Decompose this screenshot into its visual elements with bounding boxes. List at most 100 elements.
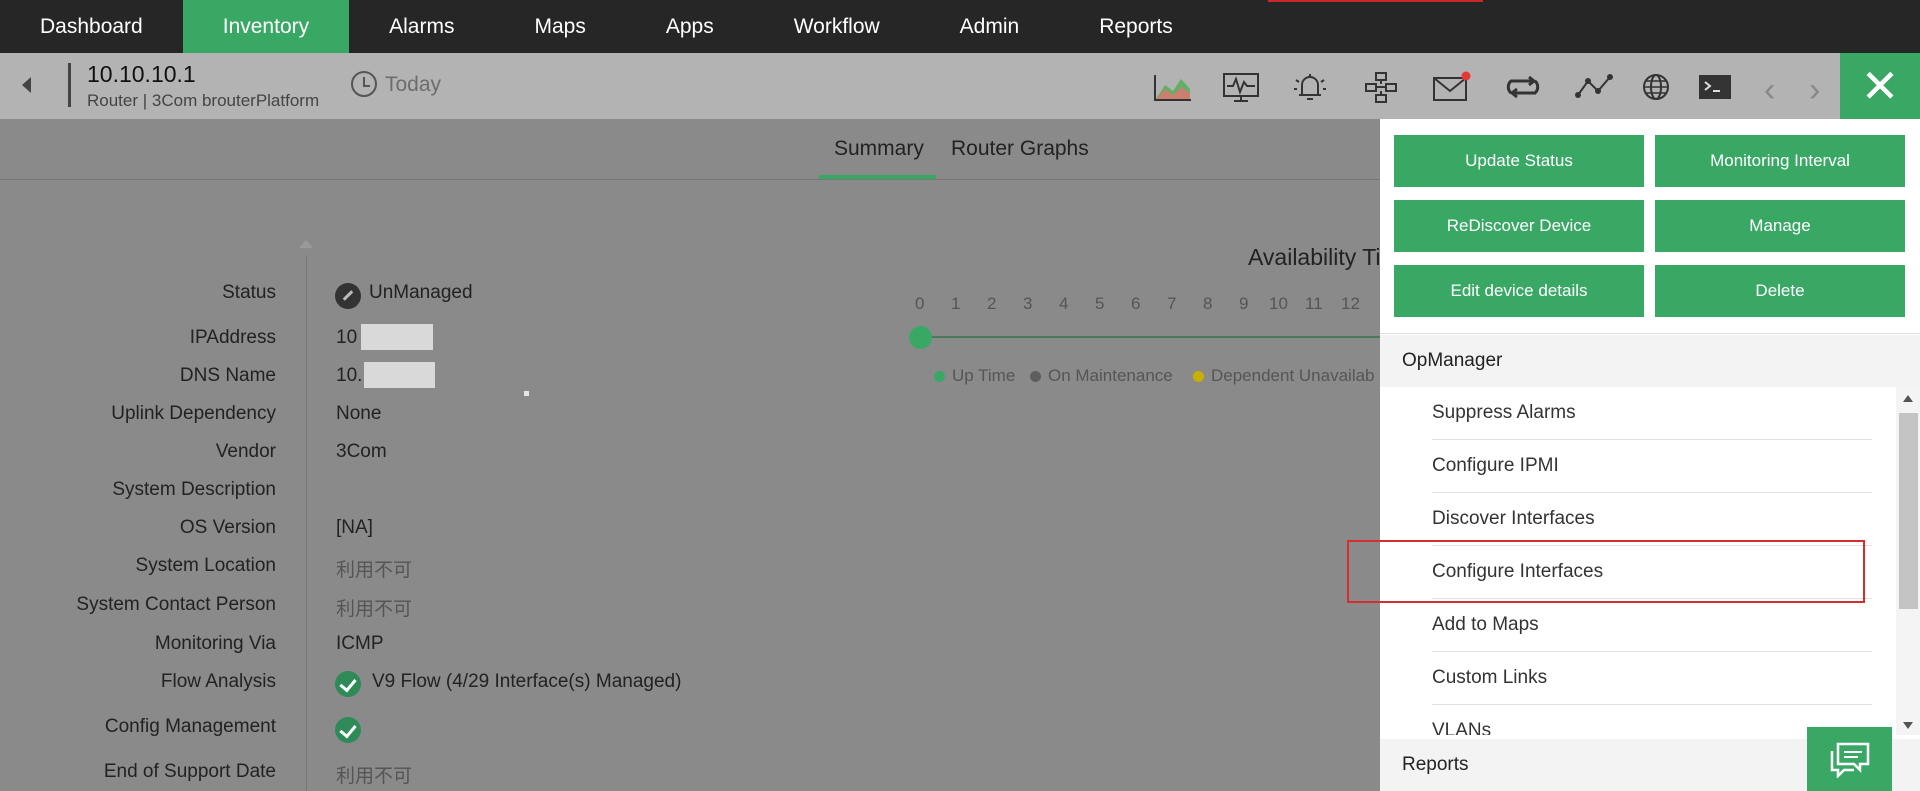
- hour-tick: 4: [1059, 294, 1069, 313]
- menu-item-custom-links[interactable]: Custom Links: [1432, 652, 1872, 705]
- flow-analysis-check-icon: [335, 671, 361, 697]
- legend-up-time: Up Time: [934, 366, 1015, 386]
- edit-device-details-button[interactable]: Edit device details: [1394, 265, 1644, 317]
- availability-title: Availability Ti: [1248, 244, 1381, 270]
- detail-value-system-location: 利用不可: [336, 560, 413, 581]
- device-actions-panel: Update Status Monitoring Interval ReDisc…: [1380, 119, 1920, 791]
- detail-label: DNS Name: [179, 365, 276, 386]
- legend-dependent-unavailable: Dependent Unavailab: [1193, 366, 1375, 386]
- detail-label: End of Support Date: [103, 761, 276, 782]
- legend-dot-icon: [1030, 370, 1041, 382]
- previous-device-icon[interactable]: ‹: [1764, 73, 1775, 107]
- detail-label: Config Management: [104, 716, 276, 737]
- detail-label: System Location: [135, 555, 276, 576]
- hour-tick: 6: [1131, 294, 1141, 313]
- nav-dashboard[interactable]: Dashboard: [0, 0, 183, 53]
- hour-tick: 9: [1239, 294, 1249, 313]
- opmanager-section-header[interactable]: OpManager: [1380, 335, 1920, 387]
- device-tabs: Summary Router Graphs: [0, 119, 1380, 180]
- hour-tick: 12: [1341, 294, 1360, 313]
- topology-icon[interactable]: [1574, 71, 1614, 103]
- nav-workflow[interactable]: Workflow: [754, 0, 920, 53]
- close-button[interactable]: ✕: [1840, 53, 1920, 119]
- rediscover-device-button[interactable]: ReDiscover Device: [1394, 200, 1644, 252]
- hour-tick: 0: [915, 294, 925, 313]
- detail-value-ipaddress: 10: [336, 327, 358, 348]
- hour-tick: 3: [1023, 294, 1033, 313]
- collapse-arrow-icon[interactable]: [22, 77, 31, 93]
- sync-icon[interactable]: [1503, 71, 1543, 103]
- detail-label: Monitoring Via: [154, 633, 276, 654]
- top-navigation: Dashboard Inventory Alarms Maps Apps Wor…: [0, 0, 1920, 53]
- hour-tick: 10: [1269, 294, 1288, 313]
- tab-summary[interactable]: Summary: [834, 137, 924, 161]
- detail-value-dns-name: 10.: [336, 365, 363, 386]
- monitor-icon[interactable]: [1221, 71, 1261, 103]
- terminal-icon[interactable]: [1695, 71, 1735, 103]
- configure-interfaces-highlight: [1347, 540, 1865, 603]
- header-divider: [68, 63, 71, 107]
- scroll-up-icon[interactable]: [1903, 395, 1913, 402]
- legend-on-maintenance: On Maintenance: [1030, 366, 1173, 386]
- detail-value-monitoring-via: ICMP: [336, 633, 384, 654]
- next-device-icon[interactable]: ›: [1809, 73, 1820, 107]
- edit-status-icon[interactable]: [335, 283, 361, 309]
- detail-label: IPAddress: [189, 327, 276, 348]
- menu-item-discover-interfaces[interactable]: Discover Interfaces: [1432, 493, 1872, 546]
- hour-tick: 1: [951, 294, 961, 313]
- menu-item-vlans[interactable]: VLANs: [1432, 705, 1872, 735]
- alarm-bell-icon[interactable]: [1290, 71, 1330, 103]
- redacted-block: [361, 324, 433, 350]
- detail-label: Uplink Dependency: [111, 403, 276, 424]
- device-header: 10.10.10.1 Router | 3Com brouterPlatform…: [0, 53, 1920, 119]
- legend-label: Up Time: [952, 366, 1016, 385]
- period-selector[interactable]: Today: [385, 73, 441, 97]
- detail-label: Status: [222, 282, 276, 303]
- chat-icon: [1830, 742, 1869, 778]
- menu-item-suppress-alarms[interactable]: Suppress Alarms: [1432, 387, 1872, 440]
- monitoring-interval-button[interactable]: Monitoring Interval: [1655, 135, 1905, 187]
- redacted-block: [364, 362, 435, 388]
- detail-label: Flow Analysis: [160, 671, 276, 692]
- nav-reports[interactable]: Reports: [1059, 0, 1213, 53]
- hour-tick: 7: [1167, 294, 1177, 313]
- nav-admin[interactable]: Admin: [920, 0, 1060, 53]
- hour-tick: 2: [987, 294, 997, 313]
- hour-tick: 8: [1203, 294, 1213, 313]
- nav-alarms[interactable]: Alarms: [349, 0, 494, 53]
- nav-maps[interactable]: Maps: [494, 0, 625, 53]
- detail-label: System Contact Person: [76, 594, 276, 615]
- menu-item-add-to-maps[interactable]: Add to Maps: [1432, 599, 1872, 652]
- workflow-icon[interactable]: [1362, 71, 1402, 103]
- scroll-up-caret: [299, 240, 313, 248]
- legend-label: On Maintenance: [1048, 366, 1173, 385]
- menu-scrollbar-thumb[interactable]: [1899, 413, 1918, 609]
- nav-apps[interactable]: Apps: [626, 0, 754, 53]
- globe-icon[interactable]: [1636, 71, 1676, 103]
- nav-inventory[interactable]: Inventory: [182, 0, 350, 53]
- chat-button[interactable]: [1807, 727, 1892, 791]
- action-buttons: Update Status Monitoring Interval ReDisc…: [1380, 119, 1920, 334]
- delete-button[interactable]: Delete: [1655, 265, 1905, 317]
- hour-tick: 11: [1305, 294, 1323, 313]
- detail-label: Vendor: [215, 441, 276, 462]
- scroll-down-icon[interactable]: [1903, 722, 1913, 729]
- detail-value-vendor: 3Com: [336, 441, 387, 462]
- detail-value-end-of-support: 利用不可: [336, 766, 413, 787]
- mail-icon[interactable]: [1431, 71, 1471, 103]
- availability-timeline: [920, 336, 1380, 338]
- details-divider: [306, 255, 307, 791]
- cursor-dot: [524, 391, 529, 396]
- update-status-button[interactable]: Update Status: [1394, 135, 1644, 187]
- detail-label: OS Version: [179, 517, 276, 538]
- manage-button[interactable]: Manage: [1655, 200, 1905, 252]
- legend-dot-icon: [1193, 370, 1204, 382]
- tab-router-graphs[interactable]: Router Graphs: [951, 137, 1089, 161]
- clock-icon[interactable]: [351, 71, 377, 97]
- menu-item-configure-ipmi[interactable]: Configure IPMI: [1432, 440, 1872, 493]
- detail-value-uplink-dependency: None: [336, 403, 382, 424]
- timeline-marker[interactable]: [909, 326, 932, 349]
- detail-value-os-version: [NA]: [336, 517, 373, 538]
- detail-value-flow-analysis[interactable]: V9 Flow (4/29 Interface(s) Managed): [372, 671, 681, 693]
- area-chart-icon[interactable]: [1153, 71, 1193, 103]
